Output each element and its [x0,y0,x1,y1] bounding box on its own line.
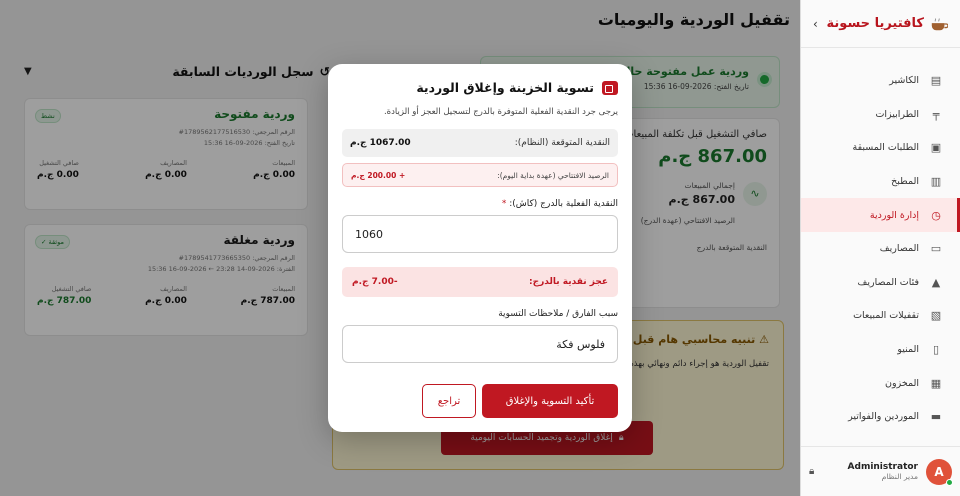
kitchen-icon: ▥ [930,175,942,189]
expected-cash-label: النقدية المتوقعة (النظام): [514,138,610,148]
modal-title: تسوية الخزينة وإغلاق الوردية [342,80,618,95]
sidebar: كافتيريا حسونة › ▤ الكاشير ╤ الطرابيزات ▣ ا… [800,0,960,496]
sidebar-item-shift-management[interactable]: ◷ إدارة الوردية [801,198,960,232]
sidebar-item-menu[interactable]: ▯ المنيو [801,333,960,367]
sidebar-item-label: الطلبات المسبقة [852,142,919,154]
opening-balance-label: الرصيد الافتتاحي (عهدة بداية اليوم): [497,170,609,180]
sidebar-item-label: المنيو [897,344,919,356]
actual-cash-input[interactable]: 1060 [342,215,618,253]
sidebar-header: كافتيريا حسونة › [801,0,960,48]
deficit-label: عجز نقدية بالدرج: [529,277,608,287]
user-role: مدير النظام [881,472,918,481]
sidebar-item-label: المطبخ [891,176,919,188]
book-icon: ▯ [932,343,940,357]
deficit-box: عجز نقدية بالدرج: -7.00 ج.م [342,267,618,297]
brand-name: كافتيريا حسونة [826,16,924,31]
sidebar-item-label: المخزون [885,377,919,389]
sidebar-item-label: المصاريف [879,243,919,255]
sidebar-item-inventory[interactable]: ▦ المخزون [801,366,960,400]
table-icon: ╤ [932,107,940,121]
opening-balance-value: + 200.00 ج.م [351,170,406,180]
sidebar-item-tables[interactable]: ╤ الطرابيزات [801,98,960,132]
deficit-value: -7.00 ج.م [352,277,398,287]
lock-icon[interactable]: 🔒︎ [809,466,814,477]
actual-cash-label: النقدية الفعلية بالدرج (كاش): * [342,199,618,209]
expected-cash-box: النقدية المتوقعة (النظام): 1067.00 ج.م [342,129,618,157]
sidebar-item-sales-closings[interactable]: ▧ تقفيلات المبيعات [801,299,960,333]
sidebar-nav: ▤ الكاشير ╤ الطرابيزات ▣ الطلبات المسبقة ▥ ا… [801,48,960,434]
actual-cash-value: 1060 [355,227,383,241]
sidebar-item-label: تقفيلات المبيعات [853,310,919,322]
wallet-icon: ▭ [930,242,942,256]
clock-icon: ◷ [931,208,941,222]
notes-label: سبب الفارق / ملاحظات التسوية [498,309,618,319]
cash-drawer-icon [602,80,618,95]
modal-description: يرجى جرد النقدية الفعلية المتوفرة بالدرج… [383,107,618,117]
brand: كافتيريا حسونة [827,16,948,31]
back-button[interactable]: تراجع [422,384,476,418]
report-icon: ▧ [930,309,942,323]
opening-balance-box: الرصيد الافتتاحي (عهدة بداية اليوم): + 2… [342,163,618,187]
sidebar-item-label: إدارة الوردية [869,209,919,221]
categories-icon: ▲ [931,275,941,289]
avatar[interactable]: A [926,458,953,486]
user-panel: A Administrator مدير النظام 🔒︎ [801,446,960,496]
sidebar-item-label: الطرابيزات [875,108,919,120]
sidebar-item-label: الكاشير [889,75,919,87]
user-info: Administrator مدير النظام [848,462,918,481]
modal-title-text: تسوية الخزينة وإغلاق الوردية [416,80,594,95]
avatar-initial: A [934,464,944,479]
required-marker: * [501,199,507,209]
confirm-settlement-button[interactable]: تأكيد التسوية والإغلاق [482,384,618,418]
sidebar-item-label: فئات المصاريف [857,276,920,288]
sidebar-toggle-icon[interactable]: › [813,17,818,31]
cafe-logo-icon [931,17,948,30]
modal-actions: تأكيد التسوية والإغلاق تراجع [422,384,618,418]
online-status-dot [946,478,953,486]
truck-icon: ▬ [930,410,942,424]
user-name: Administrator [847,462,918,472]
actual-cash-label-text: النقدية الفعلية بالدرج (كاش): [509,199,618,209]
sidebar-item-suppliers[interactable]: ▬ الموردين والفواتير [801,400,960,434]
cash-register-icon: ▤ [930,74,942,88]
sidebar-item-kitchen[interactable]: ▥ المطبخ [801,165,960,199]
sidebar-item-expenses[interactable]: ▭ المصاريف [801,232,960,266]
sidebar-item-expense-categories[interactable]: ▲ فئات المصاريف [801,266,960,300]
notes-input[interactable]: فلوس فكة [342,325,618,363]
notes-value: فلوس فكة [556,337,605,351]
expected-cash-value: 1067.00 ج.م [350,138,411,148]
sidebar-item-label: الموردين والفواتير [848,411,919,423]
sidebar-item-cashier[interactable]: ▤ الكاشير [801,64,960,98]
settlement-modal: تسوية الخزينة وإغلاق الوردية يرجى جرد ال… [328,64,632,432]
clipboard-icon: ▣ [930,141,942,155]
archive-icon: ▦ [930,376,942,390]
sidebar-item-preorders[interactable]: ▣ الطلبات المسبقة [801,131,960,165]
